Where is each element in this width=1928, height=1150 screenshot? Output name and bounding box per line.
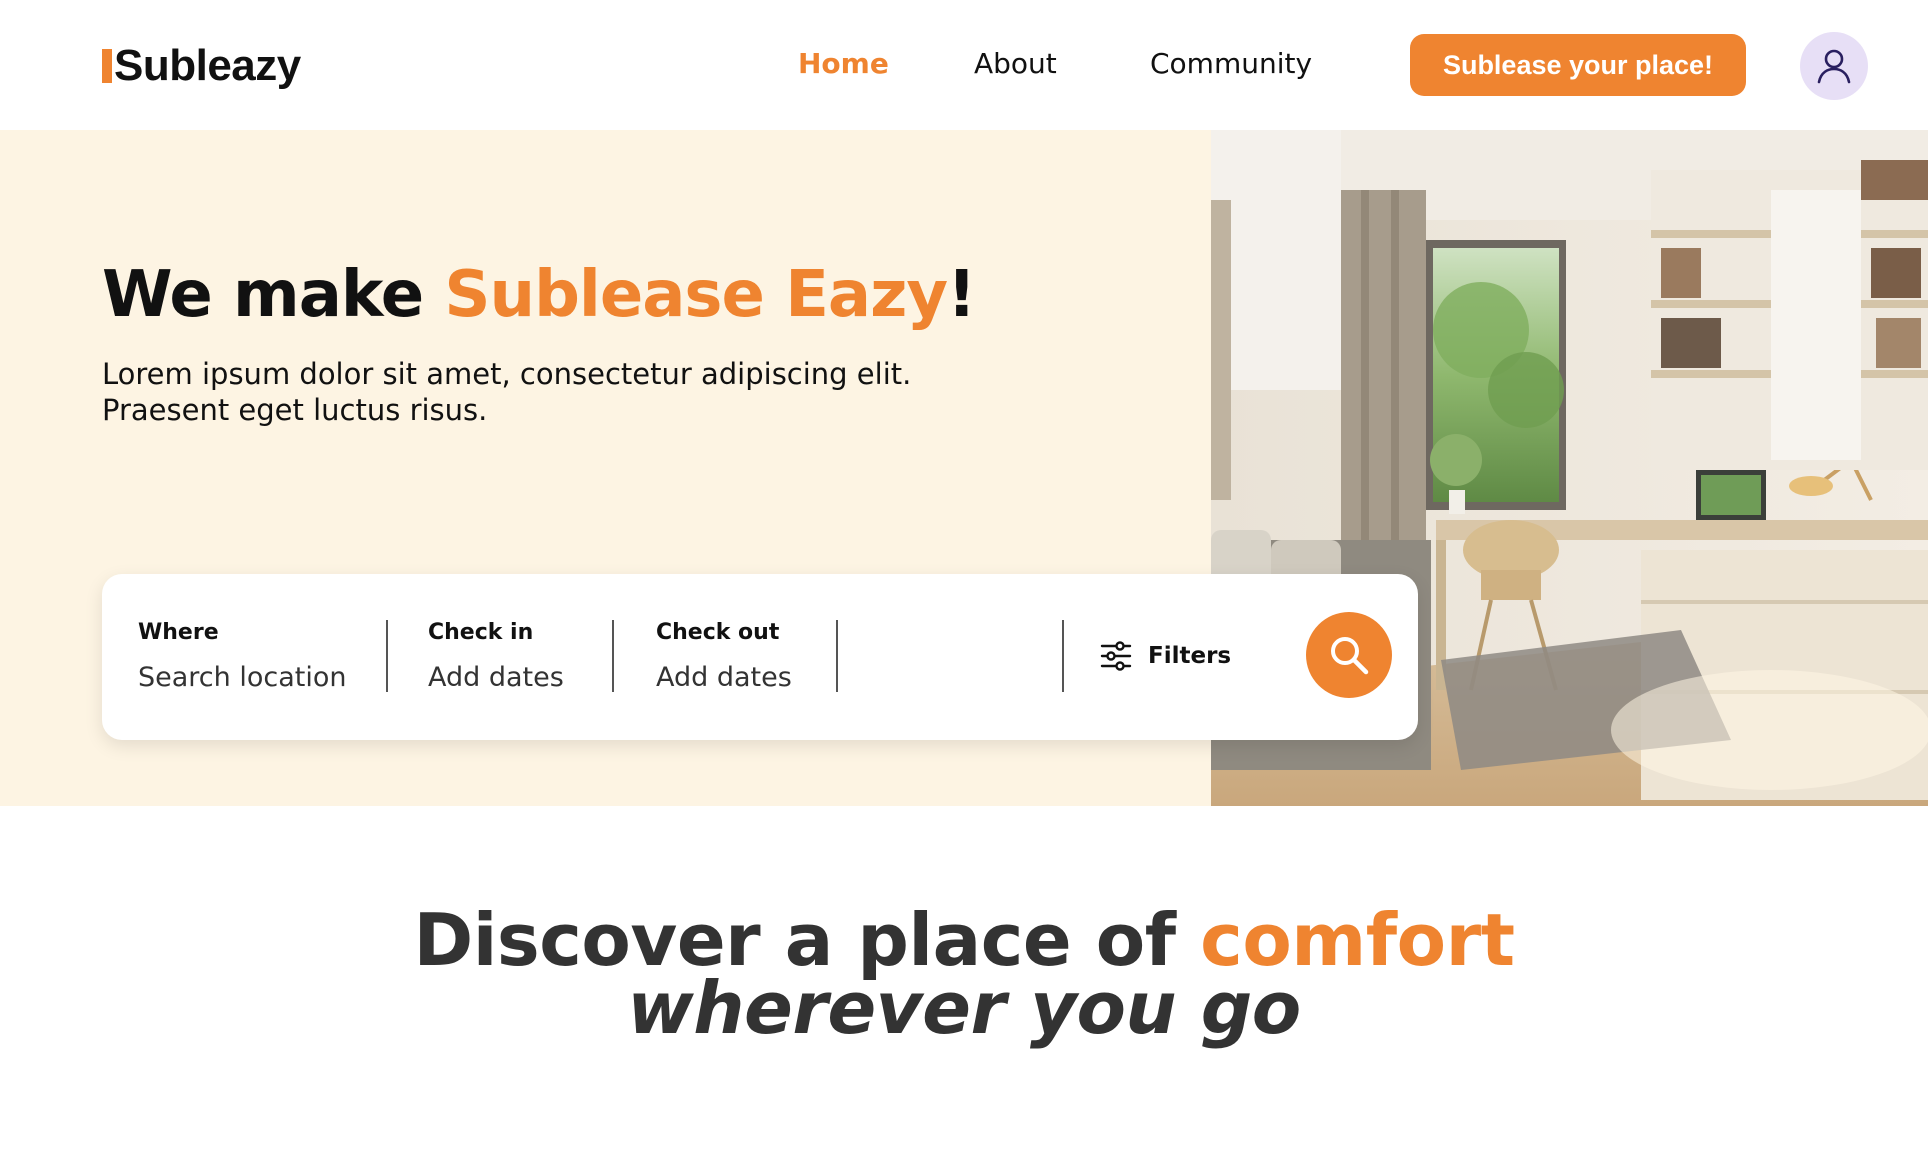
- divider: [386, 620, 388, 692]
- filters-label: Filters: [1148, 643, 1232, 669]
- where-label: Where: [138, 620, 219, 645]
- where-field[interactable]: Where Search location: [138, 618, 346, 696]
- filters-button[interactable]: Filters: [1100, 636, 1231, 676]
- hero-title-accent: Sublease Eazy: [444, 258, 948, 332]
- hero-subtitle: Lorem ipsum dolor sit amet, consectetur …: [102, 356, 1002, 428]
- discover-line2: wherever you go: [627, 966, 1301, 1050]
- sliders-icon: [1100, 641, 1132, 671]
- avatar[interactable]: [1800, 32, 1868, 100]
- search-bar: Where Search location Check in Add dates…: [102, 574, 1418, 740]
- nav-home[interactable]: Home: [798, 44, 889, 84]
- header: Subleazy Home About Community Sublease y…: [0, 0, 1928, 130]
- nav-about[interactable]: About: [974, 44, 1057, 84]
- logo[interactable]: Subleazy: [102, 41, 301, 90]
- hero-subtitle-line2: Praesent eget luctus risus.: [102, 393, 488, 427]
- hero-title-prefix: We make: [102, 258, 445, 332]
- check-in-field[interactable]: Check in Add dates: [428, 618, 564, 696]
- user-icon: [1817, 49, 1851, 84]
- logo-text: Subleazy: [114, 41, 301, 90]
- search-button[interactable]: [1306, 612, 1392, 698]
- search-icon: [1331, 637, 1369, 675]
- check-in-label: Check in: [428, 620, 534, 645]
- hero-subtitle-line1: Lorem ipsum dolor sit amet, consectetur …: [102, 357, 912, 391]
- logo-mark: [102, 49, 112, 83]
- divider: [612, 620, 614, 692]
- sublease-your-place-button[interactable]: Sublease your place!: [1410, 34, 1746, 96]
- where-input[interactable]: Search location: [138, 660, 346, 696]
- hero-title: We make Sublease Eazy!: [102, 258, 976, 332]
- nav-community[interactable]: Community: [1150, 44, 1312, 84]
- discover-heading: Discover a place of comfort wherever you…: [0, 904, 1928, 1050]
- hero-title-suffix: !: [947, 258, 976, 332]
- check-out-label: Check out: [656, 620, 780, 645]
- divider: [836, 620, 838, 692]
- check-in-input[interactable]: Add dates: [428, 660, 564, 696]
- check-out-input[interactable]: Add dates: [656, 660, 792, 696]
- check-out-field[interactable]: Check out Add dates: [656, 618, 792, 696]
- divider: [1062, 620, 1064, 692]
